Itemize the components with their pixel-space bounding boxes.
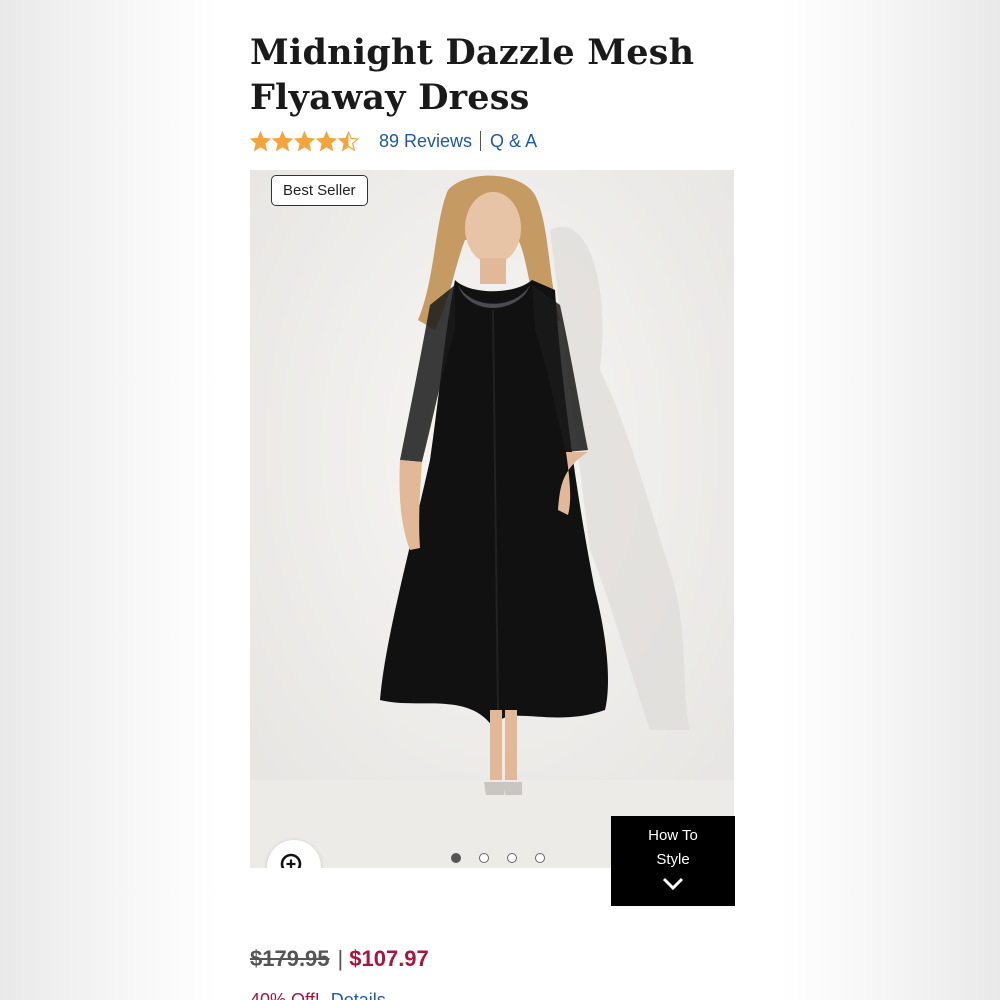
- how-to-style-line2: Style: [656, 851, 690, 868]
- carousel-dot[interactable]: [507, 853, 517, 863]
- product-photo: [250, 170, 734, 868]
- reviews-link[interactable]: 89 Reviews: [379, 131, 472, 152]
- promo-text: 40% Off!: [250, 990, 320, 1000]
- price-row: $179.95 | $107.97: [250, 946, 429, 972]
- product-image-gallery[interactable]: Best Seller: [250, 170, 734, 868]
- product-title-line1: Midnight Dazzle Mesh: [250, 32, 695, 73]
- promo-details-link[interactable]: Details: [331, 990, 386, 1000]
- rating-row: 89 Reviews Q & A: [250, 128, 537, 154]
- carousel-dot[interactable]: [535, 853, 545, 863]
- carousel-dots: [451, 853, 545, 863]
- sale-price: $107.97: [349, 946, 429, 971]
- star-icon: [250, 130, 271, 151]
- original-price: $179.95: [250, 946, 330, 971]
- price-separator: |: [337, 946, 344, 971]
- qa-link[interactable]: Q & A: [490, 131, 537, 152]
- how-to-style-line1: How To: [648, 827, 698, 844]
- star-rating[interactable]: [250, 130, 359, 152]
- star-icon: [294, 130, 315, 151]
- best-seller-badge: Best Seller: [271, 175, 368, 206]
- carousel-dot[interactable]: [479, 853, 489, 863]
- divider: [480, 131, 482, 151]
- carousel-dot[interactable]: [451, 853, 461, 863]
- product-title: Midnight Dazzle Mesh Flyaway Dress: [250, 30, 730, 120]
- star-icon: [272, 130, 293, 151]
- chevron-down-icon: [662, 877, 684, 891]
- how-to-style-button[interactable]: How To Style: [611, 816, 735, 906]
- product-title-line2: Flyaway Dress: [250, 77, 530, 118]
- product-page: Midnight Dazzle Mesh Flyaway Dress 89 Re…: [218, 0, 783, 1000]
- promo-line: 40% Off! Details: [250, 990, 386, 1000]
- zoom-in-icon: [280, 853, 302, 868]
- star-icon: [338, 130, 359, 151]
- star-icon: [316, 130, 337, 151]
